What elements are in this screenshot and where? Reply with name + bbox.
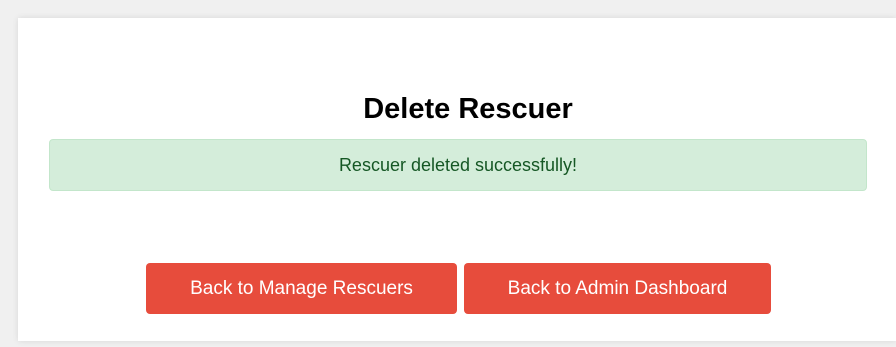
success-alert: Rescuer deleted successfully!	[49, 139, 867, 191]
success-alert-message: Rescuer deleted successfully!	[338, 154, 578, 175]
back-to-admin-dashboard-button[interactable]: Back to Admin Dashboard	[464, 263, 771, 314]
page-title: Delete Rescuer	[363, 93, 573, 125]
page-background: Delete Rescuer Rescuer deleted successfu…	[0, 0, 896, 347]
content-card: Delete Rescuer Rescuer deleted successfu…	[18, 18, 896, 341]
action-buttons: Back to Manage Rescuers Back to Admin Da…	[146, 263, 771, 314]
back-to-manage-rescuers-button[interactable]: Back to Manage Rescuers	[146, 263, 457, 314]
